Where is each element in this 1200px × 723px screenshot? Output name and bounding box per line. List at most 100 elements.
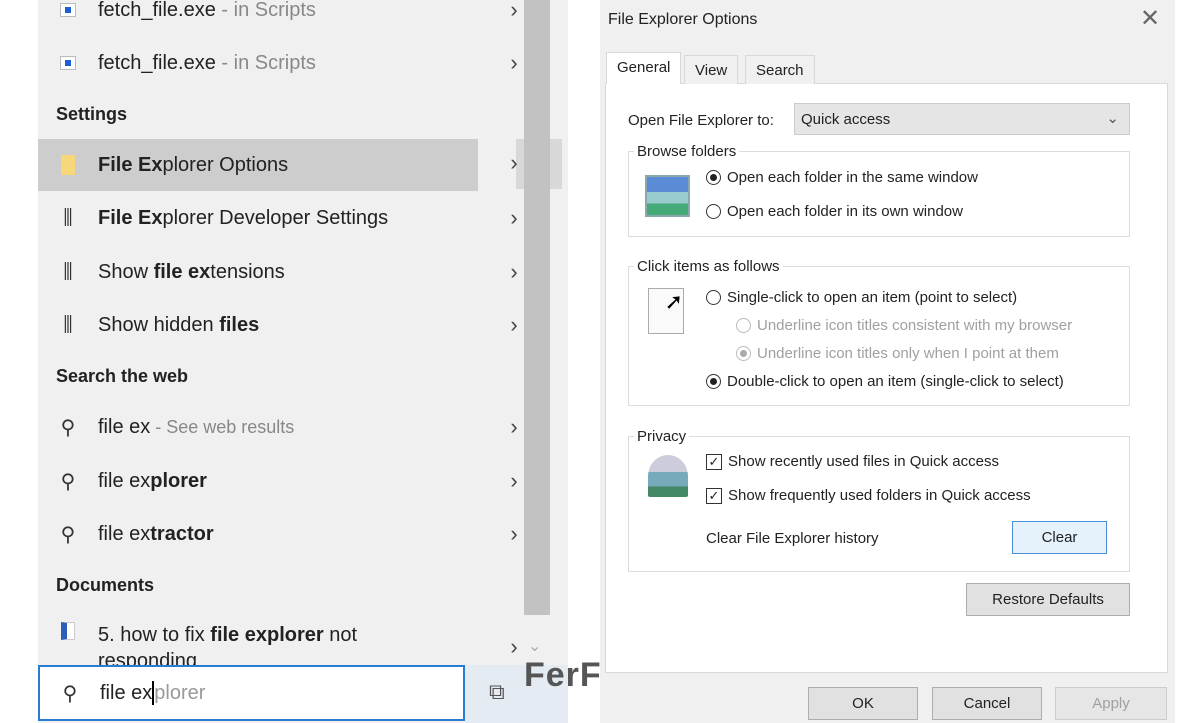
match-text: File Ex [98, 153, 163, 176]
result-name: fetch_file.exe [98, 51, 216, 74]
search-results-panel: fetch_file.exe - in Scripts › fetch_file… [38, 0, 568, 723]
settings-item[interactable]: ⫼ Show file extensions › [38, 246, 524, 298]
match-text: plorer [150, 469, 207, 492]
result-location: - in Scripts [215, 51, 316, 74]
text: Show [98, 260, 154, 283]
chevron-right-icon[interactable]: › [504, 521, 524, 547]
word-document-icon [38, 622, 98, 640]
settings-item[interactable]: ⫼ File Explorer Developer Settings › [38, 192, 524, 244]
result-name: fetch_file.exe [98, 0, 216, 21]
chevron-right-icon[interactable]: › [504, 468, 524, 494]
option-label: Show frequently used folders in Quick ac… [728, 487, 1031, 504]
web-result[interactable]: ⚲ file extractor › [38, 508, 524, 560]
chevron-right-icon[interactable]: › [504, 259, 524, 285]
search-icon: ⚲ [62, 682, 78, 705]
result-location: - in Scripts [215, 0, 316, 21]
radio-button [736, 346, 751, 361]
match-text: File Ex [98, 206, 163, 229]
option-label: Underline icon titles consistent with my… [757, 317, 1073, 334]
search-icon: ⚲ [60, 416, 76, 439]
chevron-right-icon[interactable]: › [504, 312, 524, 338]
selected-value: Quick access [801, 111, 891, 128]
text: 5. how to fix [98, 624, 211, 646]
checkbox-frequent-folders[interactable]: ✓ Show frequently used folders in Quick a… [706, 487, 1031, 504]
open-to-select[interactable]: Quick access ⌄ [794, 103, 1130, 135]
suffix-text: - See web results [150, 416, 295, 437]
search-icon: ⚲ [60, 470, 76, 493]
option-label: Underline icon titles only when I point … [757, 345, 1059, 362]
cancel-button[interactable]: Cancel [932, 687, 1042, 720]
apply-button: Apply [1055, 687, 1167, 720]
text: file ex [98, 522, 151, 545]
close-icon[interactable]: ✕ [1140, 4, 1160, 33]
radio-button[interactable] [706, 374, 721, 389]
privacy-icon [648, 455, 688, 497]
group-label: Privacy [634, 428, 690, 445]
search-suggestion-text: plorer [154, 681, 206, 704]
radio-double-click[interactable]: Double-click to open an item (single-cli… [706, 373, 1064, 390]
result-item[interactable]: fetch_file.exe - in Scripts › [38, 37, 524, 89]
radio-underline-browser: Underline icon titles consistent with my… [736, 317, 1072, 334]
dialog-title: File Explorer Options [608, 11, 758, 28]
document-result[interactable]: 5. how to fix file explorer not respondi… [38, 610, 524, 665]
checkbox-checked[interactable]: ✓ [706, 487, 722, 504]
web-result[interactable]: ⚲ file ex - See web results › [38, 401, 524, 453]
group-label: Browse folders [634, 143, 740, 160]
option-label: Double-click to open an item (single-cli… [727, 373, 1064, 390]
text: plorer Options [162, 153, 289, 176]
radio-same-window[interactable]: Open each folder in the same window [706, 169, 978, 186]
web-header: Search the web [56, 366, 189, 386]
ok-button[interactable]: OK [808, 687, 918, 720]
chevron-right-icon[interactable]: › [504, 205, 524, 231]
option-label: Open each folder in the same window [727, 169, 978, 186]
chevron-right-icon[interactable]: › [504, 634, 524, 660]
radio-button[interactable] [706, 204, 721, 219]
text: plorer Developer Settings [162, 206, 389, 229]
radio-own-window[interactable]: Open each folder in its own window [706, 203, 963, 220]
checkbox-checked[interactable]: ✓ [706, 453, 722, 470]
radio-underline-point: Underline icon titles only when I point … [736, 345, 1059, 362]
scroll-down-icon[interactable]: ⌄ [528, 636, 541, 656]
restore-defaults-button[interactable]: Restore Defaults [966, 583, 1130, 616]
exe-icon [38, 56, 98, 70]
chevron-right-icon[interactable]: › [504, 414, 524, 440]
chevron-right-icon[interactable]: › [504, 150, 524, 176]
search-typed-text: file ex [100, 681, 153, 704]
settings-item-file-explorer-options[interactable]: File Explorer Options [38, 139, 478, 191]
clear-button[interactable]: Clear [1012, 521, 1107, 554]
radio-button[interactable] [706, 170, 721, 185]
exe-icon [38, 3, 98, 17]
result-item[interactable]: fetch_file.exe - in Scripts › [38, 0, 524, 36]
scrollbar[interactable] [524, 0, 550, 615]
radio-single-click[interactable]: Single-click to open an item (point to s… [706, 289, 1017, 306]
radio-button[interactable] [706, 290, 721, 305]
task-view-icon[interactable]: ⧉ [489, 679, 505, 705]
checkbox-recent-files[interactable]: ✓ Show recently used files in Quick acces… [706, 453, 999, 470]
browse-folders-group [628, 151, 1130, 237]
search-icon: ⚲ [60, 523, 76, 546]
clear-history-label: Clear File Explorer history [706, 530, 879, 547]
text: file ex [98, 469, 151, 492]
documents-header: Documents [56, 575, 155, 595]
match-text: tractor [150, 522, 214, 545]
option-label: Open each folder in its own window [727, 203, 963, 220]
text: file ex [98, 415, 151, 438]
tab-search[interactable]: Search [745, 55, 815, 84]
chevron-right-icon[interactable]: › [504, 50, 524, 76]
settings-tools-icon: ⫼ [63, 260, 73, 283]
web-result[interactable]: ⚲ file explorer › [38, 455, 524, 507]
tab-general[interactable]: General [606, 52, 682, 84]
radio-button [736, 318, 751, 333]
open-to-label: Open File Explorer to: [628, 112, 774, 129]
match-text: file explorer [210, 624, 324, 646]
text: tensions [210, 260, 285, 283]
text: Show hidden [98, 313, 220, 336]
tab-view[interactable]: View [684, 55, 739, 84]
chevron-down-icon: ⌄ [1106, 110, 1119, 127]
chevron-right-icon[interactable]: › [504, 0, 524, 23]
settings-header: Settings [56, 104, 128, 124]
search-input[interactable]: ⚲ file ex plorer [38, 665, 465, 721]
settings-item[interactable]: ⫼ Show hidden files › [38, 299, 524, 351]
match-text: file ex [153, 260, 211, 283]
option-label: Single-click to open an item (point to s… [727, 289, 1018, 306]
